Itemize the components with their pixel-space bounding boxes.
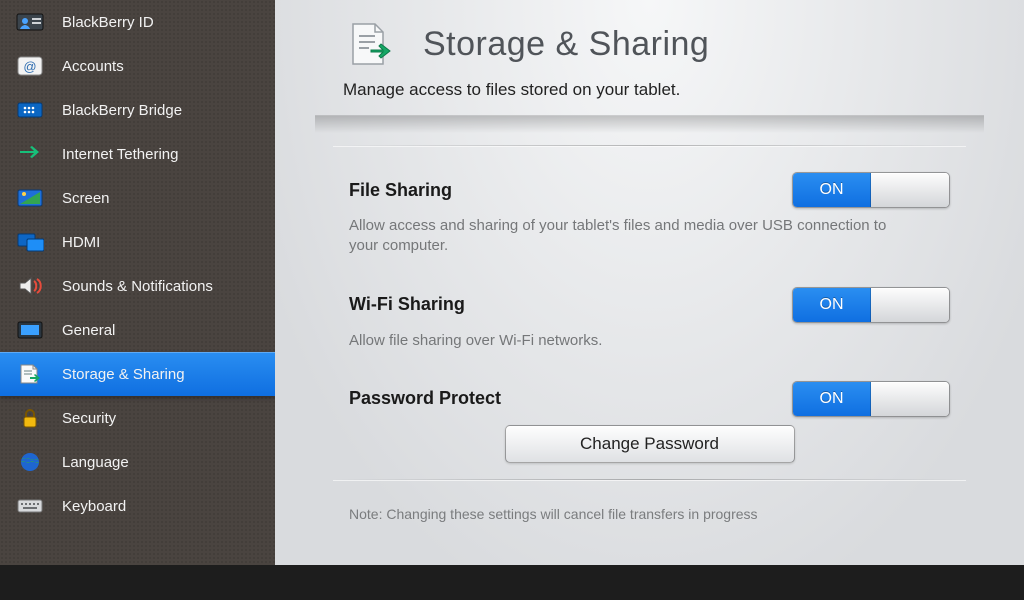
sidebar-item-security[interactable]: Security [0, 396, 275, 440]
sidebar-item-label: Sounds & Notifications [62, 278, 213, 295]
sidebar-item-label: General [62, 322, 115, 339]
globe-icon [16, 451, 44, 473]
sidebar-item-accounts[interactable]: @ Accounts [0, 44, 275, 88]
sidebar-item-blackberry-bridge[interactable]: BlackBerry Bridge [0, 88, 275, 132]
sidebar-item-keyboard[interactable]: Keyboard [0, 484, 275, 528]
settings-scroll-area[interactable]: File Sharing ON Allow access and sharing… [305, 114, 994, 565]
at-sign-icon: @ [16, 55, 44, 77]
sidebar-item-language[interactable]: Language [0, 440, 275, 484]
speaker-icon [16, 275, 44, 297]
sidebar-item-label: BlackBerry ID [62, 14, 154, 31]
id-card-icon [16, 11, 44, 33]
divider [333, 145, 966, 146]
sidebar-item-label: Security [62, 410, 116, 427]
page-subtitle: Manage access to files stored on your ta… [275, 76, 1024, 114]
system-bottom-bar[interactable] [0, 565, 1024, 600]
sidebar-item-internet-tethering[interactable]: Internet Tethering [0, 132, 275, 176]
sidebar-item-sounds-notifications[interactable]: Sounds & Notifications [0, 264, 275, 308]
screen-icon [16, 187, 44, 209]
lock-icon [16, 407, 44, 429]
setting-password-protect: Password Protect ON Change Password [305, 371, 994, 465]
sidebar-item-label: HDMI [62, 234, 100, 251]
svg-text:@: @ [23, 59, 36, 74]
setting-file-sharing: File Sharing ON Allow access and sharing… [305, 162, 994, 259]
change-password-button[interactable]: Change Password [505, 425, 795, 463]
setting-description: Allow access and sharing of your tablet'… [349, 216, 889, 257]
sidebar-item-label: Accounts [62, 58, 124, 75]
wifi-sharing-toggle[interactable]: ON [792, 287, 950, 323]
scroll-top-shadow [315, 115, 984, 133]
sidebar-item-label: Language [62, 454, 129, 471]
password-protect-toggle[interactable]: ON [792, 381, 950, 417]
setting-title: Password Protect [349, 388, 501, 409]
sidebar-item-label: Screen [62, 190, 110, 207]
tablet-icon [16, 319, 44, 341]
sidebar-item-label: Internet Tethering [62, 146, 178, 163]
sidebar-item-storage-sharing[interactable]: Storage & Sharing [0, 352, 275, 396]
document-share-icon [16, 363, 44, 385]
tether-arrows-icon [16, 143, 44, 165]
sidebar-item-general[interactable]: General [0, 308, 275, 352]
sidebar-item-screen[interactable]: Screen [0, 176, 275, 220]
file-sharing-toggle[interactable]: ON [792, 172, 950, 208]
sidebar-item-label: Keyboard [62, 498, 126, 515]
footer-note: Note: Changing these settings will cance… [305, 496, 994, 522]
toggle-knob [871, 173, 949, 207]
setting-wifi-sharing: Wi-Fi Sharing ON Allow file sharing over… [305, 277, 994, 353]
toggle-on-label: ON [793, 173, 871, 207]
sidebar-item-blackberry-id[interactable]: BlackBerry ID [0, 0, 275, 44]
toggle-on-label: ON [793, 382, 871, 416]
divider [333, 479, 966, 480]
toggle-knob [871, 382, 949, 416]
toggle-knob [871, 288, 949, 322]
setting-description: Allow file sharing over Wi-Fi networks. [349, 331, 889, 351]
keyboard-icon [16, 495, 44, 517]
setting-title: File Sharing [349, 180, 452, 201]
toggle-on-label: ON [793, 288, 871, 322]
sidebar-item-label: Storage & Sharing [62, 366, 185, 383]
page-header: Storage & Sharing [275, 0, 1024, 76]
content-panel: Storage & Sharing Manage access to files… [275, 0, 1024, 565]
page-title: Storage & Sharing [423, 25, 709, 64]
document-share-icon [343, 20, 399, 68]
sidebar-item-hdmi[interactable]: HDMI [0, 220, 275, 264]
bridge-icon [16, 99, 44, 121]
hdmi-icon [16, 231, 44, 253]
sidebar-item-label: BlackBerry Bridge [62, 102, 182, 119]
settings-sidebar: BlackBerry ID @ Accounts BlackBerry Brid… [0, 0, 275, 565]
setting-title: Wi-Fi Sharing [349, 294, 465, 315]
